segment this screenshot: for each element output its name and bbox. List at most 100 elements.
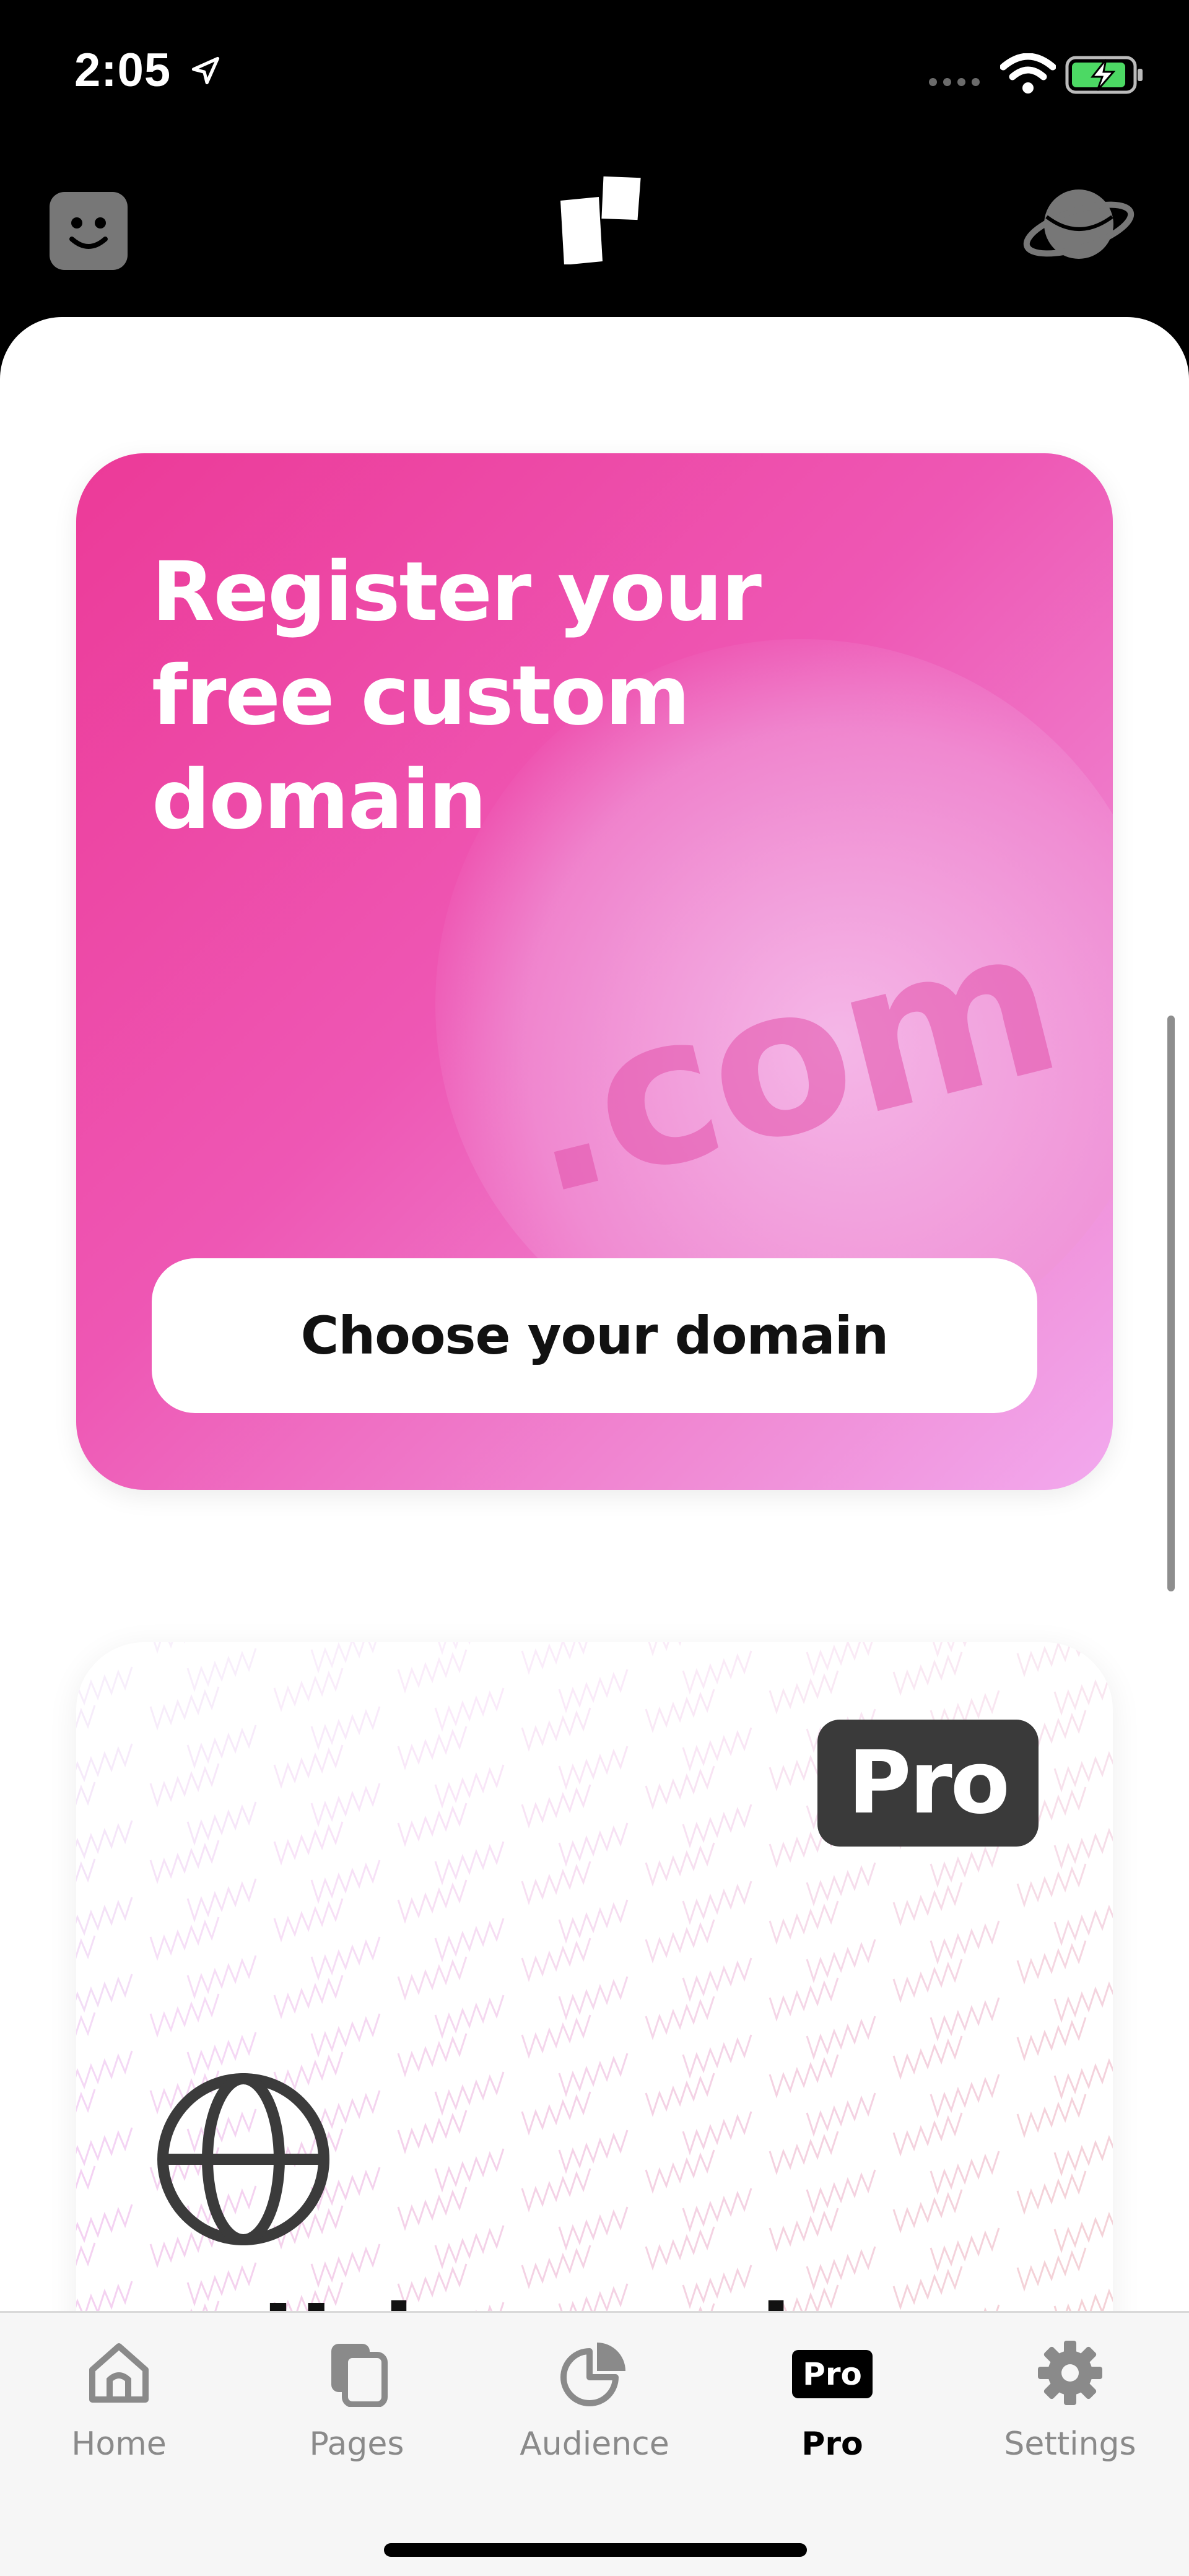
zigzag-stroke bbox=[273, 1975, 344, 2019]
zigzag-stroke bbox=[397, 1726, 468, 1770]
zigzag-stroke bbox=[434, 1918, 505, 1962]
tab-label: Home bbox=[71, 2426, 167, 2463]
zigzag-stroke bbox=[769, 2054, 839, 2099]
zigzag-stroke bbox=[892, 2112, 963, 2157]
location-arrow-icon bbox=[191, 56, 220, 85]
zigzag-stroke bbox=[310, 1860, 381, 1904]
tab-pro[interactable]: Pro Pro bbox=[713, 2313, 951, 2486]
zigzag-stroke bbox=[149, 1763, 220, 1808]
pro-badge: Pro bbox=[817, 1720, 1039, 1847]
app-header bbox=[0, 142, 1189, 316]
zigzag-stroke bbox=[310, 2013, 381, 2058]
zigzag-stroke bbox=[397, 1956, 468, 2001]
tab-home[interactable]: Home bbox=[0, 2313, 238, 2486]
vertical-scrollbar[interactable] bbox=[1167, 1016, 1175, 1591]
zigzag-stroke bbox=[1016, 2170, 1087, 2215]
tab-label: Pages bbox=[309, 2426, 404, 2463]
zigzag-stroke bbox=[645, 2226, 715, 2271]
zigzag-stroke bbox=[930, 2227, 1000, 2272]
pages-icon bbox=[331, 2344, 388, 2407]
zigzag-stroke bbox=[1016, 2094, 1087, 2138]
zigzag-stroke bbox=[397, 2033, 468, 2078]
choose-domain-button[interactable]: Choose your domain bbox=[152, 1258, 1037, 1413]
zigzag-stroke bbox=[76, 2012, 96, 2037]
zigzag-stroke bbox=[76, 1820, 133, 1860]
zigzag-stroke bbox=[648, 1642, 682, 1656]
zigzag-stroke bbox=[186, 2032, 257, 2076]
profile-smiley-button[interactable] bbox=[50, 192, 128, 270]
zigzag-stroke bbox=[930, 1997, 1000, 2042]
zigzag-stroke bbox=[76, 1858, 96, 1883]
zigzag-stroke bbox=[806, 1862, 876, 1907]
zigzag-stroke bbox=[273, 1744, 344, 1789]
zigzag-stroke bbox=[769, 2208, 839, 2252]
zigzag-stroke bbox=[558, 1822, 629, 1867]
zigzag-stroke bbox=[186, 1878, 257, 1923]
zigzag-stroke bbox=[310, 2243, 381, 2288]
zigzag-stroke bbox=[1016, 1642, 1084, 1677]
app-logo-icon bbox=[560, 176, 641, 264]
battery-charging-icon bbox=[1065, 56, 1143, 94]
zigzag-stroke bbox=[806, 2092, 876, 2137]
zigzag-stroke bbox=[397, 1803, 468, 1847]
zigzag-stroke bbox=[682, 2188, 752, 2232]
zigzag-stroke bbox=[149, 1686, 220, 1731]
planet-icon[interactable] bbox=[1022, 180, 1136, 272]
zigzag-stroke bbox=[1016, 1940, 1087, 1985]
main-content[interactable]: .com Register your free custom domain Ch… bbox=[0, 317, 1189, 2311]
zigzag-stroke bbox=[186, 1648, 257, 1692]
zigzag-stroke bbox=[273, 1668, 344, 1712]
zigzag-stroke bbox=[190, 2300, 220, 2311]
zigzag-stroke bbox=[892, 2035, 963, 2080]
zigzag-stroke bbox=[1053, 2288, 1113, 2311]
zigzag-stroke bbox=[682, 2034, 752, 2079]
zigzag-stroke bbox=[76, 2204, 133, 2243]
zigzag-stroke bbox=[186, 2262, 257, 2307]
home-icon bbox=[89, 2343, 149, 2403]
zigzag-stroke bbox=[558, 2130, 629, 2174]
gear-icon bbox=[1038, 2341, 1102, 2405]
tab-pages[interactable]: Pages bbox=[238, 2313, 476, 2486]
zigzag-stroke bbox=[76, 1666, 133, 1706]
zigzag-stroke bbox=[76, 2127, 133, 2167]
tab-label: Audience bbox=[520, 2426, 669, 2463]
zigzag-stroke bbox=[892, 1882, 963, 1926]
zigzag-stroke bbox=[397, 1879, 468, 1924]
pie-chart-icon bbox=[560, 2343, 625, 2406]
zigzag-stroke bbox=[310, 1936, 381, 1981]
tab-settings[interactable]: Settings bbox=[951, 2313, 1189, 2486]
zigzag-stroke bbox=[645, 1842, 715, 1887]
zigzag-stroke bbox=[806, 2246, 876, 2291]
pro-feature-card[interactable]: Pro Using a primary bbox=[76, 1642, 1113, 2311]
zigzag-stroke bbox=[434, 1687, 505, 1732]
zigzag-stroke bbox=[397, 1649, 468, 1694]
zigzag-stroke bbox=[1016, 2017, 1087, 2061]
zigzag-stroke bbox=[930, 1843, 1000, 1888]
zigzag-stroke bbox=[682, 1804, 752, 1848]
zigzag-stroke bbox=[186, 1801, 257, 1846]
zigzag-stroke bbox=[149, 1917, 220, 1961]
zigzag-stroke bbox=[769, 1977, 839, 2022]
zigzag-stroke bbox=[76, 2281, 133, 2311]
smiley-icon bbox=[69, 217, 108, 249]
zigzag-stroke bbox=[1016, 2247, 1087, 2292]
domain-promo-card: .com Register your free custom domain Ch… bbox=[76, 453, 1113, 1490]
zigzag-stroke bbox=[434, 2148, 505, 2193]
zigzag-stroke bbox=[397, 2187, 468, 2231]
pro-badge-text: Pro bbox=[803, 2356, 862, 2392]
zigzag-stroke bbox=[434, 1764, 505, 1809]
zigzag-stroke bbox=[1053, 2134, 1113, 2177]
zigzag-stroke bbox=[1053, 1751, 1113, 1793]
tab-audience[interactable]: Audience bbox=[476, 2313, 713, 2486]
zigzag-stroke bbox=[273, 1821, 344, 1866]
zigzag-stroke bbox=[76, 1642, 92, 1653]
zigzag-stroke bbox=[682, 1881, 752, 1925]
zigzag-stroke bbox=[521, 2091, 591, 2136]
tab-label: Pro bbox=[801, 2426, 863, 2463]
home-indicator bbox=[384, 2543, 807, 2557]
zigzag-stroke bbox=[521, 1938, 591, 1982]
promo-title: Register your free custom domain bbox=[152, 544, 762, 848]
zigzag-stroke bbox=[558, 1746, 629, 1790]
zigzag-stroke bbox=[682, 2111, 752, 2156]
zigzag-stroke bbox=[558, 1899, 629, 1944]
